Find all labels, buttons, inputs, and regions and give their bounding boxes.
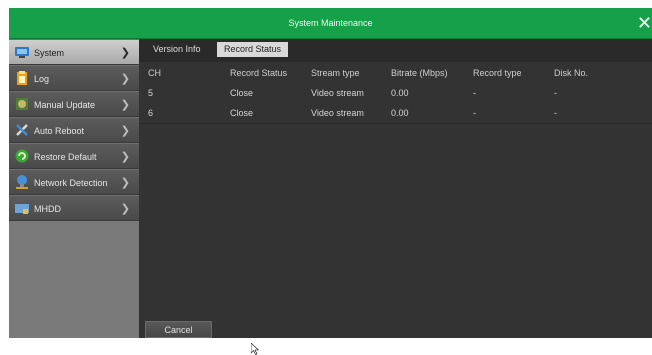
table-cell: Video stream <box>311 88 364 98</box>
table-row[interactable]: 6 Close Video stream 0.00 - - <box>139 104 652 124</box>
table-cell: 5 <box>148 88 154 98</box>
table-cell: 6 <box>148 108 154 118</box>
sidebar: System ❯ Log ❯ Manual Update ❯ Auto Rebo… <box>9 39 139 338</box>
network-icon <box>14 174 30 190</box>
close-icon[interactable]: ✕ <box>636 12 652 34</box>
column-header: CH <box>148 68 161 78</box>
sidebar-item-label: Network Detection <box>34 178 108 188</box>
tab-version-info[interactable]: Version Info <box>146 42 208 57</box>
chevron-right-icon: ❯ <box>120 99 130 111</box>
column-header: Record type <box>473 68 522 78</box>
sidebar-item-log[interactable]: Log ❯ <box>9 65 139 91</box>
sidebar-item-mhdd[interactable]: MHDD ❯ <box>9 195 139 221</box>
table-cell: Close <box>230 108 254 118</box>
sidebar-item-system[interactable]: System ❯ <box>9 39 139 65</box>
tools-icon <box>14 122 30 138</box>
chevron-right-icon: ❯ <box>120 177 130 189</box>
table-cell: Close <box>230 88 254 98</box>
table-cell: 0.00 <box>391 108 409 118</box>
column-header: Record Status <box>230 68 288 78</box>
column-header: Bitrate (Mbps) <box>391 68 448 78</box>
table-header: CH Record Status Stream type Bitrate (Mb… <box>139 64 652 83</box>
table-cell: - <box>554 88 557 98</box>
clipboard-icon <box>14 70 30 86</box>
sidebar-item-label: Auto Reboot <box>34 126 85 136</box>
column-header: Disk No. <box>554 68 589 78</box>
table-cell: - <box>473 88 476 98</box>
sidebar-item-label: System <box>34 48 65 58</box>
chevron-right-icon: ❯ <box>120 73 130 85</box>
column-header: Stream type <box>311 68 360 78</box>
restore-icon <box>14 148 30 164</box>
sidebar-item-label: Manual Update <box>34 100 96 110</box>
chevron-right-icon: ❯ <box>120 47 130 59</box>
cancel-button[interactable]: Cancel <box>145 321 212 338</box>
record-status-table: CH Record Status Stream type Bitrate (Mb… <box>139 62 652 355</box>
sidebar-item-label: MHDD <box>34 204 61 214</box>
mouse-pointer-icon <box>251 343 260 355</box>
chevron-right-icon: ❯ <box>120 125 130 137</box>
chevron-right-icon: ❯ <box>120 151 130 163</box>
chevron-right-icon: ❯ <box>120 203 130 215</box>
tab-record-status[interactable]: Record Status <box>217 42 289 57</box>
sidebar-item-label: Log <box>34 74 50 84</box>
tab-bar: Version Info Record Status <box>139 39 652 60</box>
sidebar-item-restore-default[interactable]: Restore Default ❯ <box>9 143 139 169</box>
sidebar-item-label: Restore Default <box>34 152 97 162</box>
main-panel: Version Info Record Status CH Record Sta… <box>139 39 652 355</box>
table-cell: Video stream <box>311 108 364 118</box>
window-title: System Maintenance <box>288 18 373 28</box>
monitor-icon <box>14 44 30 60</box>
table-cell: - <box>473 108 476 118</box>
table-cell: - <box>554 108 557 118</box>
table-row[interactable]: 5 Close Video stream 0.00 - - <box>139 84 652 103</box>
update-icon <box>14 96 30 112</box>
disk-icon <box>14 200 30 216</box>
sidebar-item-auto-reboot[interactable]: Auto Reboot ❯ <box>9 117 139 143</box>
sidebar-item-manual-update[interactable]: Manual Update ❯ <box>9 91 139 117</box>
table-cell: 0.00 <box>391 88 409 98</box>
sidebar-item-network-detection[interactable]: Network Detection ❯ <box>9 169 139 195</box>
title-bar: System Maintenance ✕ <box>9 8 652 39</box>
